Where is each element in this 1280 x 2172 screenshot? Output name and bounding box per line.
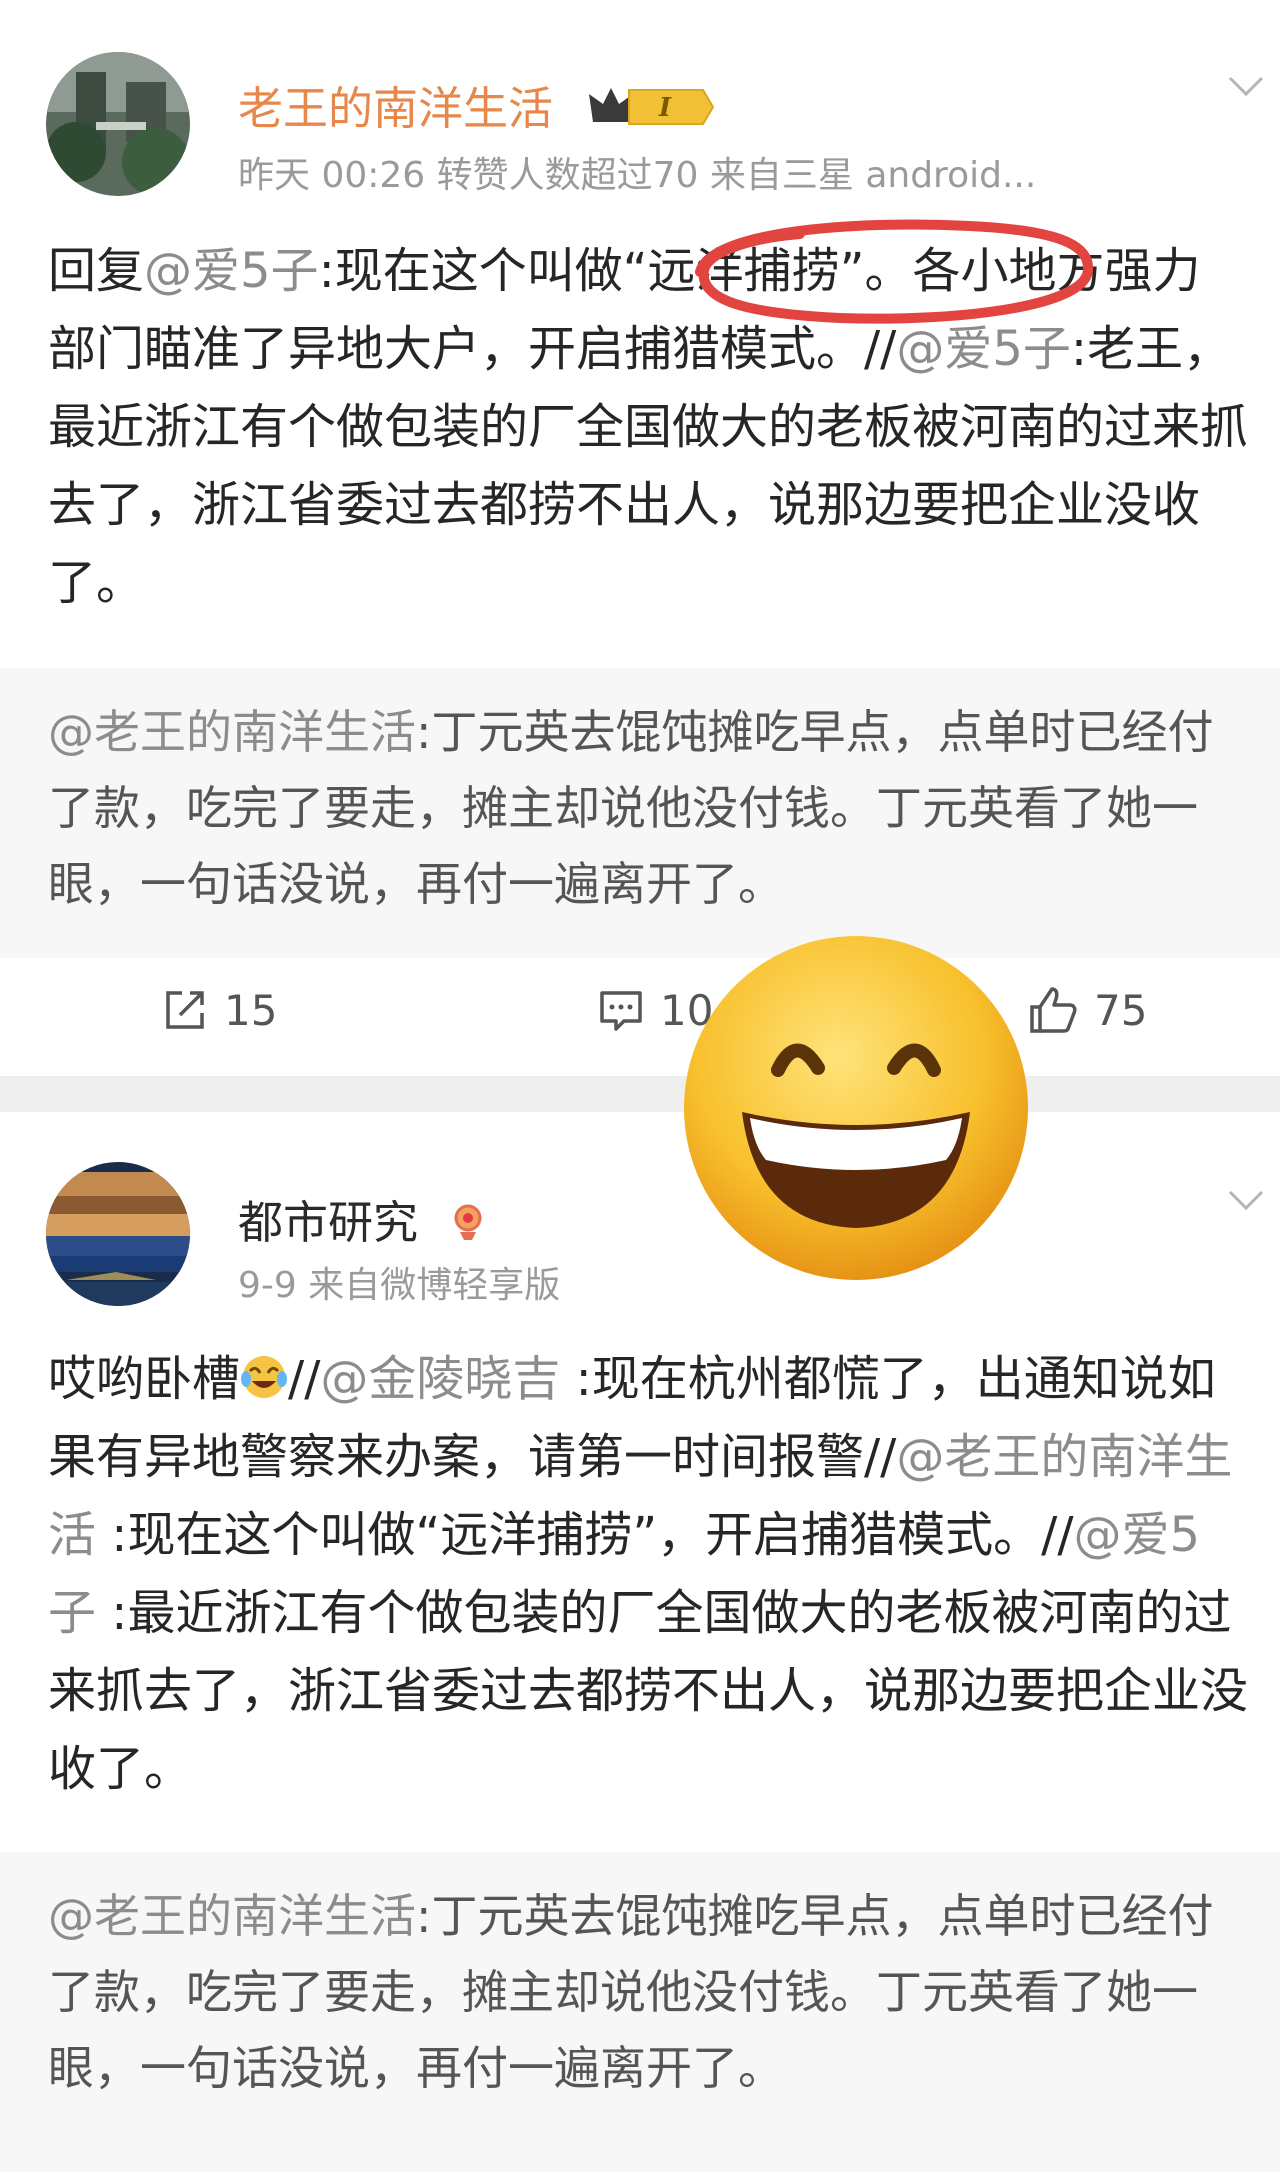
action-bar: 15 10 75 [0, 980, 1280, 1050]
username[interactable]: 老王的南洋生活 I [238, 72, 715, 143]
mention-link[interactable]: @老王的南洋生活 [48, 705, 416, 759]
mention-link[interactable]: @老王的南洋生活 [48, 1889, 416, 1943]
repost-box[interactable]: @老王的南洋生活:丁元英去馄饨摊吃早点，点单时已经付了款，吃完了要走，摊主却说他… [0, 1852, 1280, 2172]
repost-count: 15 [224, 985, 278, 1035]
laughing-crying-emoji-icon [240, 1346, 288, 1398]
grinning-emoji-overlay [676, 928, 1036, 1288]
user-badge-icon [450, 1200, 486, 1253]
comment-icon [600, 991, 642, 1031]
post-card[interactable]: 都市研究 9-9 来自微博轻享版 哎哟卧槽//@金陵晓吉 :现在杭州都慌了，出通… [0, 1112, 1280, 2172]
avatar[interactable] [46, 52, 190, 196]
svg-text:I: I [658, 93, 672, 123]
post-meta: 昨天 00:26 转赞人数超过70 来自三星 android... [238, 155, 1037, 196]
post-body: 哎哟卧槽//@金陵晓吉 :现在杭州都慌了，出通知说如果有异地警察来办案，请第一时… [48, 1340, 1248, 1808]
chevron-down-icon[interactable] [1226, 1184, 1266, 1214]
like-count: 75 [1094, 985, 1148, 1035]
username[interactable]: 都市研究 [238, 1186, 486, 1253]
chevron-down-icon[interactable] [1226, 70, 1266, 100]
repost-button[interactable]: 15 [160, 980, 277, 1040]
mention-link[interactable]: @爱5子 [144, 243, 319, 299]
post-card[interactable]: 老王的南洋生活 I 昨天 00:26 转赞人数超过70 来自三星 android… [0, 0, 1280, 1090]
repost-box[interactable]: @老王的南洋生活:丁元英去馄饨摊吃早点，点单时已经付了款，吃完了要走，摊主却说他… [0, 668, 1280, 958]
repost-icon [166, 991, 204, 1029]
feed-separator [0, 1076, 1280, 1112]
avatar[interactable] [46, 1162, 190, 1306]
highlight-circle [690, 212, 1100, 330]
like-button[interactable]: 75 [1026, 980, 1147, 1040]
crown-badge-icon: I [585, 82, 715, 143]
mention-link[interactable]: @金陵晓吉 [320, 1351, 560, 1407]
post-meta: 9-9 来自微博轻享版 [238, 1265, 561, 1306]
